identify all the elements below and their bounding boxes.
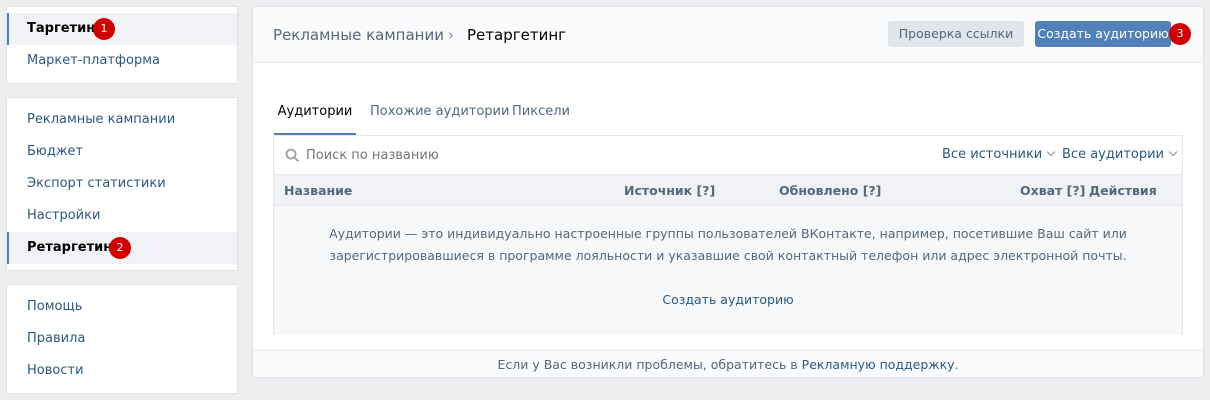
empty-state-text: зарегистрировавшиеся в программе лояльно… — [329, 248, 1127, 263]
sidebar-item-news[interactable]: Новости — [7, 355, 237, 387]
ad-support-link[interactable]: Рекламную поддержку — [802, 357, 955, 372]
sidebar-item-label: Экспорт статистики — [27, 176, 166, 191]
table-header: Название Источник [?] Обновлено [?] Охва… — [274, 174, 1182, 206]
column-reach[interactable]: Охват [?] — [1020, 175, 1085, 207]
chevron-down-icon — [1168, 147, 1178, 157]
sidebar-item-label: Маркет-платформа — [27, 53, 160, 68]
create-audience-button[interactable]: Создать аудиторию — [1035, 21, 1171, 47]
audiences-filter-label: Все аудитории — [1062, 147, 1164, 162]
sidebar-item-market-platform[interactable]: Маркет-платформа — [7, 45, 237, 77]
search-icon — [285, 148, 299, 162]
sidebar-group-main: Таргетинг 1 Маркет-платформа — [6, 6, 238, 84]
sidebar-item-rules[interactable]: Правила — [7, 323, 237, 355]
sidebar-item-export-stats[interactable]: Экспорт статистики — [7, 168, 237, 200]
page-header: Рекламные кампании › Ретаргетинг Проверк… — [253, 7, 1203, 63]
step-badge: 2 — [109, 237, 131, 259]
tab-pixels[interactable]: Пиксели — [512, 91, 570, 135]
sidebar-item-label: Таргетинг — [27, 21, 102, 36]
sidebar-item-budget[interactable]: Бюджет — [7, 136, 237, 168]
tab-audiences[interactable]: Аудитории — [274, 91, 356, 135]
column-updated[interactable]: Обновлено [?] — [779, 175, 881, 207]
audiences-panel: Все источники Все аудитории Название Ист… — [273, 135, 1183, 335]
check-link-button[interactable]: Проверка ссылки — [888, 21, 1024, 47]
sidebar-item-help[interactable]: Помощь — [7, 291, 237, 323]
sidebar-item-label: Помощь — [27, 299, 83, 314]
empty-state-text: Аудитории — это индивидуально настроенны… — [329, 226, 1127, 241]
create-audience-link[interactable]: Создать аудиторию — [274, 292, 1182, 307]
sources-filter-dropdown[interactable]: Все источники — [942, 136, 1056, 174]
sidebar-item-label: Рекламные кампании — [27, 112, 176, 127]
sidebar-item-label: Настройки — [27, 208, 101, 223]
sidebar-item-label: Ретаргетинг — [27, 240, 119, 255]
step-badge: 3 — [1169, 23, 1191, 45]
sidebar-item-targeting[interactable]: Таргетинг 1 — [7, 13, 237, 45]
sidebar-item-label: Новости — [27, 363, 84, 378]
sidebar-item-settings[interactable]: Настройки — [7, 200, 237, 232]
step-badge: 1 — [93, 18, 115, 40]
sidebar-item-label: Правила — [27, 331, 86, 346]
page-footer: Если у Вас возникли проблемы, обратитесь… — [253, 350, 1203, 377]
empty-state: Аудитории — это индивидуально настроенны… — [274, 206, 1182, 335]
footer-period: . — [954, 357, 959, 372]
breadcrumb-separator-icon: › — [448, 26, 454, 44]
footer-text: Если у Вас возникли проблемы, обратитесь… — [497, 357, 798, 372]
sidebar-item-label: Бюджет — [27, 144, 84, 159]
sidebar-item-campaigns[interactable]: Рекламные кампании — [7, 104, 237, 136]
sidebar-item-retargeting[interactable]: Ретаргетинг 2 — [7, 232, 237, 264]
tab-lookalike[interactable]: Похожие аудитории — [370, 91, 509, 135]
search-input[interactable] — [306, 144, 686, 166]
column-actions: Действия — [1089, 183, 1157, 198]
column-source[interactable]: Источник [?] — [624, 175, 715, 207]
sidebar-group-campaigns: Рекламные кампании Бюджет Экспорт статис… — [6, 97, 238, 271]
search-row: Все источники Все аудитории — [274, 136, 1182, 174]
main-panel: Рекламные кампании › Ретаргетинг Проверк… — [252, 6, 1204, 378]
sidebar-group-help: Помощь Правила Новости — [6, 284, 238, 394]
column-name: Название — [284, 183, 353, 198]
sources-filter-label: Все источники — [942, 147, 1043, 162]
chevron-down-icon — [1047, 147, 1056, 157]
audiences-filter-dropdown[interactable]: Все аудитории — [1062, 136, 1178, 174]
page-title: Ретаргетинг — [467, 26, 567, 44]
breadcrumb-root[interactable]: Рекламные кампании — [273, 7, 444, 63]
